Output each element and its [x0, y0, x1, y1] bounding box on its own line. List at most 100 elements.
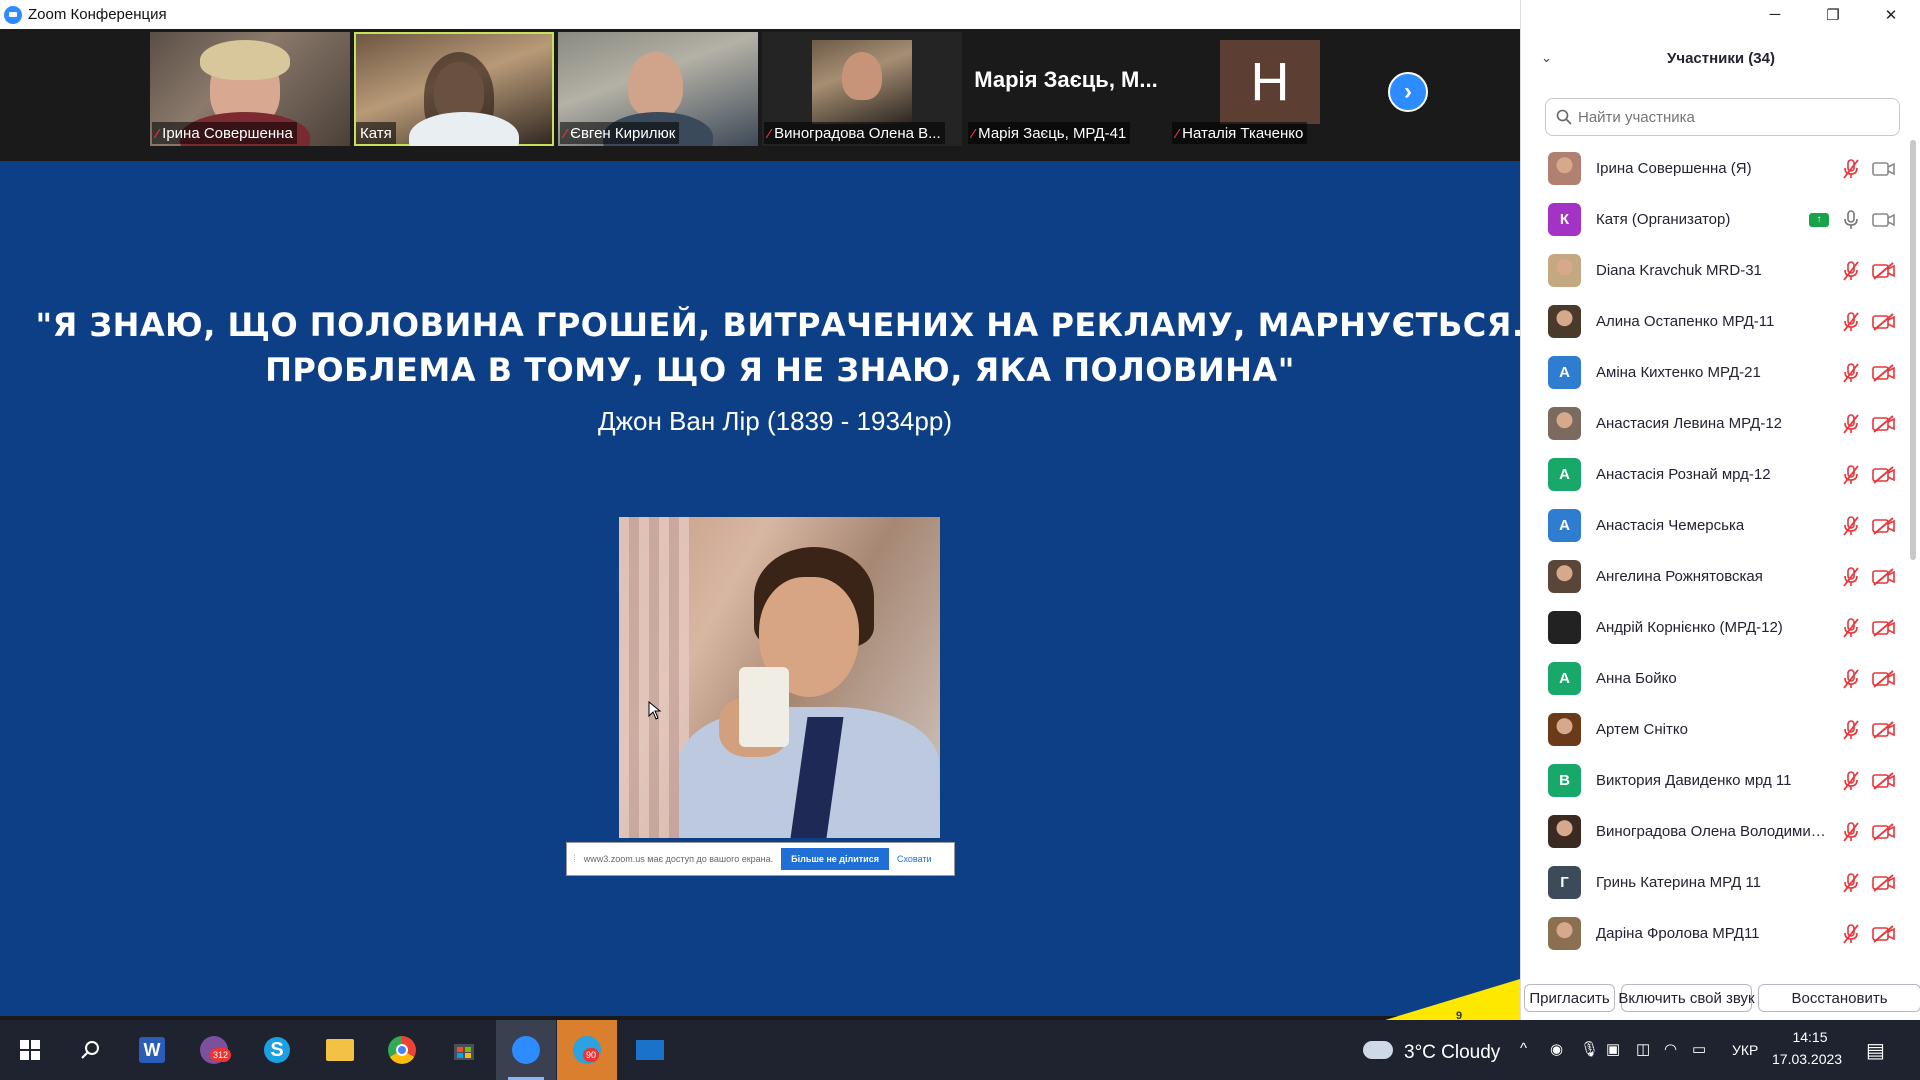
camera-off-icon[interactable]	[1872, 924, 1896, 944]
participant-name: Diana Kravchuk MRD-31	[1596, 262, 1762, 279]
zoom-icon[interactable]	[506, 1030, 546, 1070]
mic-muted-icon[interactable]	[1841, 362, 1861, 383]
participant-search[interactable]	[1545, 98, 1900, 136]
search-icon	[1556, 109, 1572, 125]
video-tile-5[interactable]: Марія Заєць, М... ⁄ Марія Заєць, МРД-41	[966, 32, 1166, 146]
participant-row[interactable]: A Анна Бойко	[1521, 653, 1905, 704]
video-tile-2[interactable]: Катя	[354, 32, 554, 146]
hide-notice-button[interactable]: Сховати	[897, 854, 932, 864]
gallery-next-button[interactable]: ›	[1388, 72, 1428, 112]
tray-display-icon[interactable]: ▣	[1606, 1040, 1620, 1058]
mic-muted-icon[interactable]	[1841, 668, 1861, 689]
participant-row[interactable]: Даріна Фролова МРД11	[1521, 908, 1905, 959]
camera-icon[interactable]	[1872, 159, 1896, 179]
participant-row[interactable]: Алина Остапенко МРД-11	[1521, 296, 1905, 347]
language-indicator[interactable]: УКР	[1732, 1042, 1758, 1058]
skype-icon[interactable]: S	[257, 1030, 297, 1070]
drag-handle-icon[interactable]: ⁞	[573, 854, 576, 865]
participant-row[interactable]: Андрій Корнієнко (МРД-12)	[1521, 602, 1905, 653]
tray-camera-icon[interactable]: ◫	[1636, 1040, 1650, 1058]
wifi-icon[interactable]: ◠	[1664, 1040, 1677, 1058]
mic-muted-icon[interactable]	[1841, 770, 1861, 791]
minimize-icon[interactable]: ─	[1746, 0, 1804, 29]
unmute-button[interactable]: Включить свой звук	[1618, 984, 1755, 1012]
participant-name: Аміна Кихтенко МРД-21	[1596, 364, 1761, 381]
camera-off-icon[interactable]	[1872, 312, 1896, 332]
tile-name: ⁄ Виноградова Олена В...	[764, 122, 945, 144]
mic-muted-icon[interactable]	[1841, 821, 1861, 842]
invite-button[interactable]: Пригласить	[1524, 984, 1615, 1012]
mic-muted-icon[interactable]	[1841, 617, 1861, 638]
mic-muted-icon[interactable]	[1841, 158, 1861, 179]
participants-panel: ─ ❐ ✕ ⌄ Участники (34) Ірина Совершенна …	[1520, 0, 1920, 1020]
close-icon[interactable]: ✕	[1862, 0, 1920, 29]
camera-off-icon[interactable]	[1872, 261, 1896, 281]
mic-muted-icon[interactable]	[1841, 311, 1861, 332]
participant-row[interactable]: Ірина Совершенна (Я)	[1521, 143, 1905, 194]
video-tile-4[interactable]: ⁄ Виноградова Олена В...	[762, 32, 962, 146]
video-tile-6[interactable]: H ⁄ Наталія Ткаченко	[1170, 32, 1370, 146]
participant-row[interactable]: Виноградова Олена Володимир...	[1521, 806, 1905, 857]
word-icon[interactable]: W	[132, 1030, 172, 1070]
search-icon[interactable]	[70, 1030, 110, 1070]
mic-muted-icon: ⁄	[768, 125, 771, 141]
mail-icon[interactable]	[630, 1030, 670, 1070]
search-input[interactable]	[1578, 108, 1878, 126]
participant-row[interactable]: A Анастасія Чемерська	[1521, 500, 1905, 551]
participant-row[interactable]: Артем Снітко	[1521, 704, 1905, 755]
mic-muted-icon[interactable]	[1841, 923, 1861, 944]
clock-time[interactable]: 14:15	[1778, 1029, 1842, 1045]
chrome-icon[interactable]	[382, 1030, 422, 1070]
camera-off-icon[interactable]	[1872, 618, 1896, 638]
camera-off-icon[interactable]	[1872, 771, 1896, 791]
cloud-icon[interactable]	[1358, 1030, 1398, 1070]
participant-list-scrollbar[interactable]	[1910, 140, 1916, 962]
mic-icon[interactable]	[1841, 209, 1861, 230]
battery-icon[interactable]: ▭	[1692, 1040, 1706, 1058]
mic-muted-icon[interactable]	[1841, 719, 1861, 740]
mic-muted-icon[interactable]	[1841, 464, 1861, 485]
participant-avatar: A	[1548, 662, 1581, 695]
camera-off-icon[interactable]	[1872, 414, 1896, 434]
participant-row[interactable]: Анастасия Левина МРД-12	[1521, 398, 1905, 449]
mic-muted-icon[interactable]	[1841, 413, 1861, 434]
mic-muted-icon[interactable]	[1841, 566, 1861, 587]
mic-muted-icon[interactable]	[1841, 872, 1861, 893]
camera-off-icon[interactable]	[1872, 567, 1896, 587]
participant-name: Анна Бойко	[1596, 670, 1677, 687]
tray-chevron-up-icon[interactable]: ^	[1520, 1040, 1527, 1057]
windows-start-icon[interactable]	[10, 1030, 50, 1070]
camera-off-icon[interactable]	[1872, 465, 1896, 485]
microsoft-store-icon[interactable]	[444, 1030, 484, 1070]
weather-text[interactable]: 3°C Cloudy	[1404, 1042, 1500, 1064]
participant-name: Виктория Давиденко мрд 11	[1596, 772, 1792, 789]
camera-off-icon[interactable]	[1872, 873, 1896, 893]
participants-title: Участники (34)	[1667, 49, 1775, 67]
camera-off-icon[interactable]	[1872, 363, 1896, 383]
restore-button[interactable]: Восстановить	[1758, 984, 1920, 1012]
restore-window-icon[interactable]: ❐	[1804, 0, 1862, 29]
video-tile-3[interactable]: ⁄ Євген Кирилюк	[558, 32, 758, 146]
camera-off-icon[interactable]	[1872, 720, 1896, 740]
notifications-icon[interactable]: ▤	[1866, 1038, 1885, 1063]
camera-off-icon[interactable]	[1872, 822, 1896, 842]
camera-off-icon[interactable]	[1872, 669, 1896, 689]
mic-muted-icon[interactable]	[1841, 260, 1861, 281]
participant-row[interactable]: Diana Kravchuk MRD-31	[1521, 245, 1905, 296]
camera-icon[interactable]	[1872, 210, 1896, 230]
tray-record-icon[interactable]: ◉	[1550, 1040, 1563, 1058]
participant-row[interactable]: К Катя (Организатор) ↑	[1521, 194, 1905, 245]
clock-date[interactable]: 17.03.2023	[1772, 1051, 1842, 1067]
participant-avatar: Г	[1548, 866, 1581, 899]
participant-row[interactable]: A Аміна Кихтенко МРД-21	[1521, 347, 1905, 398]
participant-row[interactable]: Ангелина Рожнятовская	[1521, 551, 1905, 602]
stop-sharing-button[interactable]: Більше не ділитися	[781, 848, 889, 870]
mic-muted-icon[interactable]	[1841, 515, 1861, 536]
tray-mic-icon[interactable]: 🎙	[1580, 1040, 1599, 1058]
video-tile-1[interactable]: ⁄ Ірина Совершенна	[150, 32, 350, 146]
participant-row[interactable]: A Анастасія Рознай мрд-12	[1521, 449, 1905, 500]
file-explorer-icon[interactable]	[320, 1030, 360, 1070]
participant-row[interactable]: B Виктория Давиденко мрд 11	[1521, 755, 1905, 806]
camera-off-icon[interactable]	[1872, 516, 1896, 536]
participant-row[interactable]: Г Гринь Катерина МРД 11	[1521, 857, 1905, 908]
